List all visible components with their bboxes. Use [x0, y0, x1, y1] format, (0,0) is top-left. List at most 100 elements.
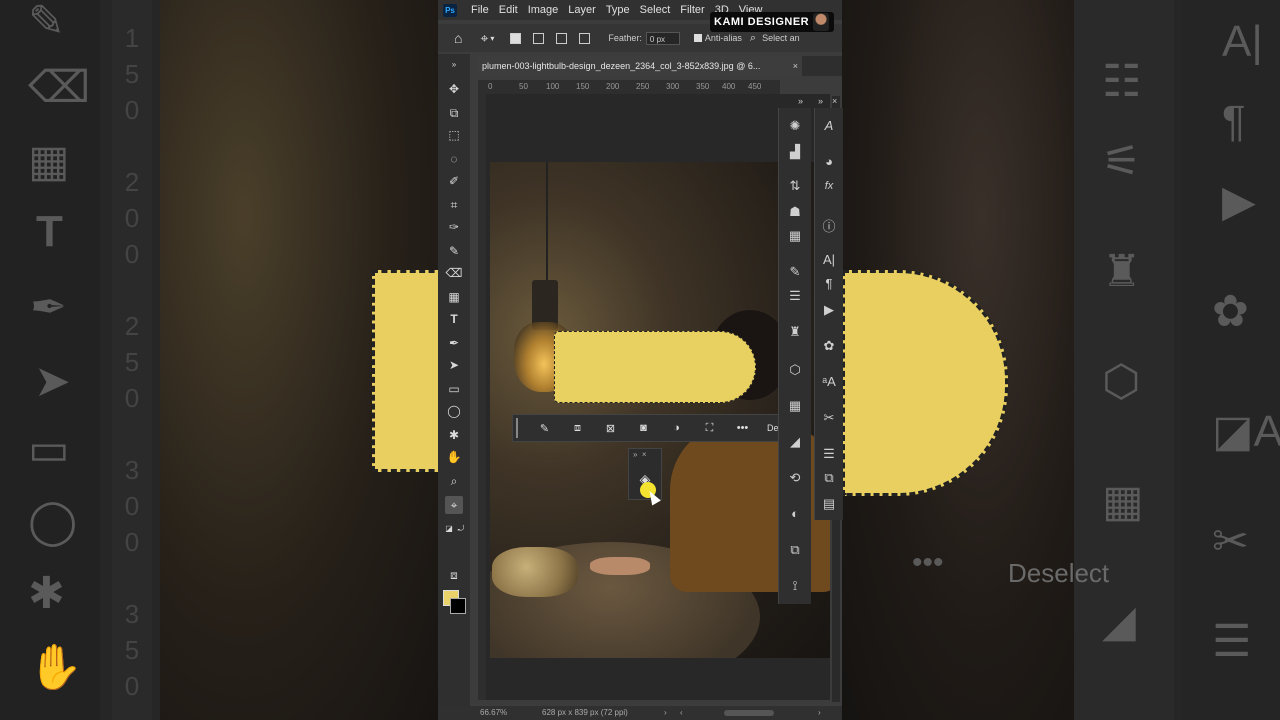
transform-selection-icon[interactable]: ⧈ — [561, 422, 594, 435]
swap-colors-icon[interactable]: ⤾ — [452, 520, 470, 538]
adjustments-icon[interactable]: ☰ — [815, 446, 843, 462]
eyedropper-tool-icon[interactable]: ✑ — [445, 218, 463, 236]
paragraph-icon[interactable]: ¶ — [815, 276, 843, 291]
horizontal-scrollbar-thumb[interactable] — [724, 710, 774, 716]
ruler-mark: 100 — [546, 82, 560, 91]
menu-image[interactable]: Image — [528, 4, 559, 16]
levels-icon[interactable]: ▟ — [779, 144, 811, 160]
subtract-selection-icon[interactable] — [556, 32, 568, 44]
marquee-tool-icon[interactable]: ⬚ — [445, 126, 463, 144]
menu-file[interactable]: File — [471, 4, 489, 16]
antialias-checkbox[interactable] — [693, 34, 702, 42]
character-icon[interactable]: A — [815, 118, 843, 133]
styles-icon[interactable]: fx — [815, 180, 843, 192]
vertical-ruler — [478, 80, 486, 700]
close-icon[interactable]: × — [793, 56, 798, 76]
status-bar: 66.67% 628 px x 839 px (72 ppi) › ‹ › — [438, 706, 842, 720]
glyphs-icon[interactable]: ᵃA — [815, 374, 843, 389]
drag-handle[interactable] — [516, 418, 518, 438]
color-balance-icon[interactable]: ◐ — [779, 506, 811, 521]
rectangle-tool-icon[interactable]: ▭ — [445, 380, 463, 398]
eraser-tool-icon[interactable]: ⌫ — [445, 264, 463, 282]
gradient-tool-icon[interactable]: ▦ — [445, 288, 463, 306]
new-selection-icon[interactable] — [510, 32, 522, 44]
home-icon[interactable]: ⌂ — [454, 30, 462, 46]
hand-tool-icon[interactable]: ✋ — [445, 448, 463, 466]
document-tab[interactable]: plumen-003-lightbulb-design_dezeen_2364_… — [478, 56, 802, 76]
info-icon[interactable]: ⓘ — [815, 216, 843, 235]
table-icon[interactable]: ▦ — [779, 228, 811, 244]
brightness-icon[interactable]: ✺ — [779, 118, 811, 134]
panel-collapse-icon[interactable]: » — [798, 96, 803, 106]
fill-icon[interactable]: ⛶ — [693, 422, 726, 435]
avatar — [813, 13, 830, 31]
ruler-mark: 0 — [488, 82, 493, 91]
add-selection-icon[interactable] — [533, 32, 545, 44]
antialias-label: Anti-alias — [704, 33, 742, 43]
mask-icon[interactable]: ◙ — [627, 422, 660, 434]
invert-selection-icon[interactable]: ⊠ — [594, 422, 627, 435]
adjustment-icon[interactable]: ◑ — [660, 422, 693, 434]
panel-collapse-icon-2[interactable]: » — [818, 96, 823, 106]
paths-icon[interactable]: ⟟ — [779, 578, 811, 594]
object-selection-tool-icon[interactable]: ⌖ — [445, 496, 463, 514]
intersect-selection-icon[interactable] — [579, 32, 591, 44]
timeline-icon[interactable]: ▦ — [779, 398, 811, 414]
curves-icon[interactable]: ⇅ — [779, 178, 811, 194]
gradient-map-icon[interactable]: ◢ — [779, 434, 811, 450]
selection-fill[interactable] — [554, 331, 756, 403]
menu-layer[interactable]: Layer — [568, 4, 596, 16]
move-tool-icon[interactable]: ✥ — [445, 80, 463, 98]
chevron-down-icon[interactable]: ▾ — [490, 34, 494, 43]
search-icon[interactable]: ⌕ — [750, 32, 756, 45]
pen-tool-icon[interactable]: ✒ — [445, 334, 463, 352]
play-icon[interactable]: ▶ — [815, 302, 843, 318]
menu-type[interactable]: Type — [606, 4, 630, 16]
ellipse-icon: ◯ — [28, 497, 78, 546]
type-tool-icon[interactable]: T — [445, 310, 463, 328]
feather-input[interactable]: 0 px — [645, 31, 680, 45]
select-and-mask-button[interactable]: Select an — [762, 33, 800, 43]
scroll-right-icon[interactable]: › — [818, 706, 821, 720]
lasso-tool-preset-icon[interactable]: ⌖ — [480, 30, 488, 47]
brush-settings-icon[interactable]: ✎ — [779, 264, 811, 280]
screen-mode-icon[interactable]: ⧈ — [445, 566, 463, 584]
lasso-tool-icon[interactable]: ◌ — [445, 150, 463, 168]
color-lookup-icon[interactable]: ☗ — [779, 204, 811, 220]
3d-icon[interactable]: ⬡ — [779, 362, 811, 378]
watermark-text: KAMI DESIGNER — [714, 16, 810, 28]
character-styles-icon[interactable]: A| — [815, 252, 843, 267]
collapse-icon[interactable]: » — [445, 56, 463, 74]
tools-icon[interactable]: ✂ — [815, 410, 843, 426]
scroll-left-icon[interactable]: ‹ — [680, 706, 683, 720]
channels-icon[interactable]: ✿ — [815, 338, 843, 354]
flyout-header: » × — [633, 450, 647, 459]
document-info[interactable]: 628 px x 839 px (72 ppi) — [542, 706, 628, 720]
cube-icon: ⬡ — [1102, 357, 1141, 406]
panel-close-icon[interactable]: × — [832, 96, 837, 106]
artboard-tool-icon[interactable]: ⧉ — [445, 104, 463, 122]
color-icon[interactable]: ◕ — [815, 154, 843, 169]
properties-icon[interactable]: ☰ — [779, 288, 811, 304]
brush-icon[interactable]: ✎ — [528, 422, 561, 435]
custom-shape-tool-icon[interactable]: ✱ — [445, 426, 463, 444]
background-color-swatch[interactable] — [450, 598, 466, 614]
horizontal-ruler: 0 50 100 150 200 250 300 350 400 450 — [486, 80, 780, 94]
more-icon[interactable]: ••• — [726, 422, 759, 434]
libraries-icon[interactable]: ⧉ — [815, 470, 843, 486]
menu-filter[interactable]: Filter — [680, 4, 704, 16]
brush-tool-icon[interactable]: ✎ — [445, 242, 463, 260]
status-arrow-icon[interactable]: › — [664, 706, 667, 720]
ellipse-tool-icon[interactable]: ◯ — [445, 402, 463, 420]
zoom-tool-icon[interactable]: ⌕ — [445, 472, 463, 490]
clone-source-icon[interactable]: ♜ — [779, 324, 811, 340]
history-icon[interactable]: ⟲ — [779, 470, 811, 486]
crop-tool-icon[interactable]: ⌗ — [445, 196, 463, 214]
menu-edit[interactable]: Edit — [499, 4, 518, 16]
menu-select[interactable]: Select — [640, 4, 671, 16]
path-selection-tool-icon[interactable]: ➤ — [445, 356, 463, 374]
layers-comp-icon[interactable]: ▤ — [815, 496, 843, 512]
zoom-level[interactable]: 66.67% — [480, 706, 507, 720]
quick-selection-tool-icon[interactable]: ✐ — [445, 172, 463, 190]
actions-icon[interactable]: ⧉ — [779, 542, 811, 558]
